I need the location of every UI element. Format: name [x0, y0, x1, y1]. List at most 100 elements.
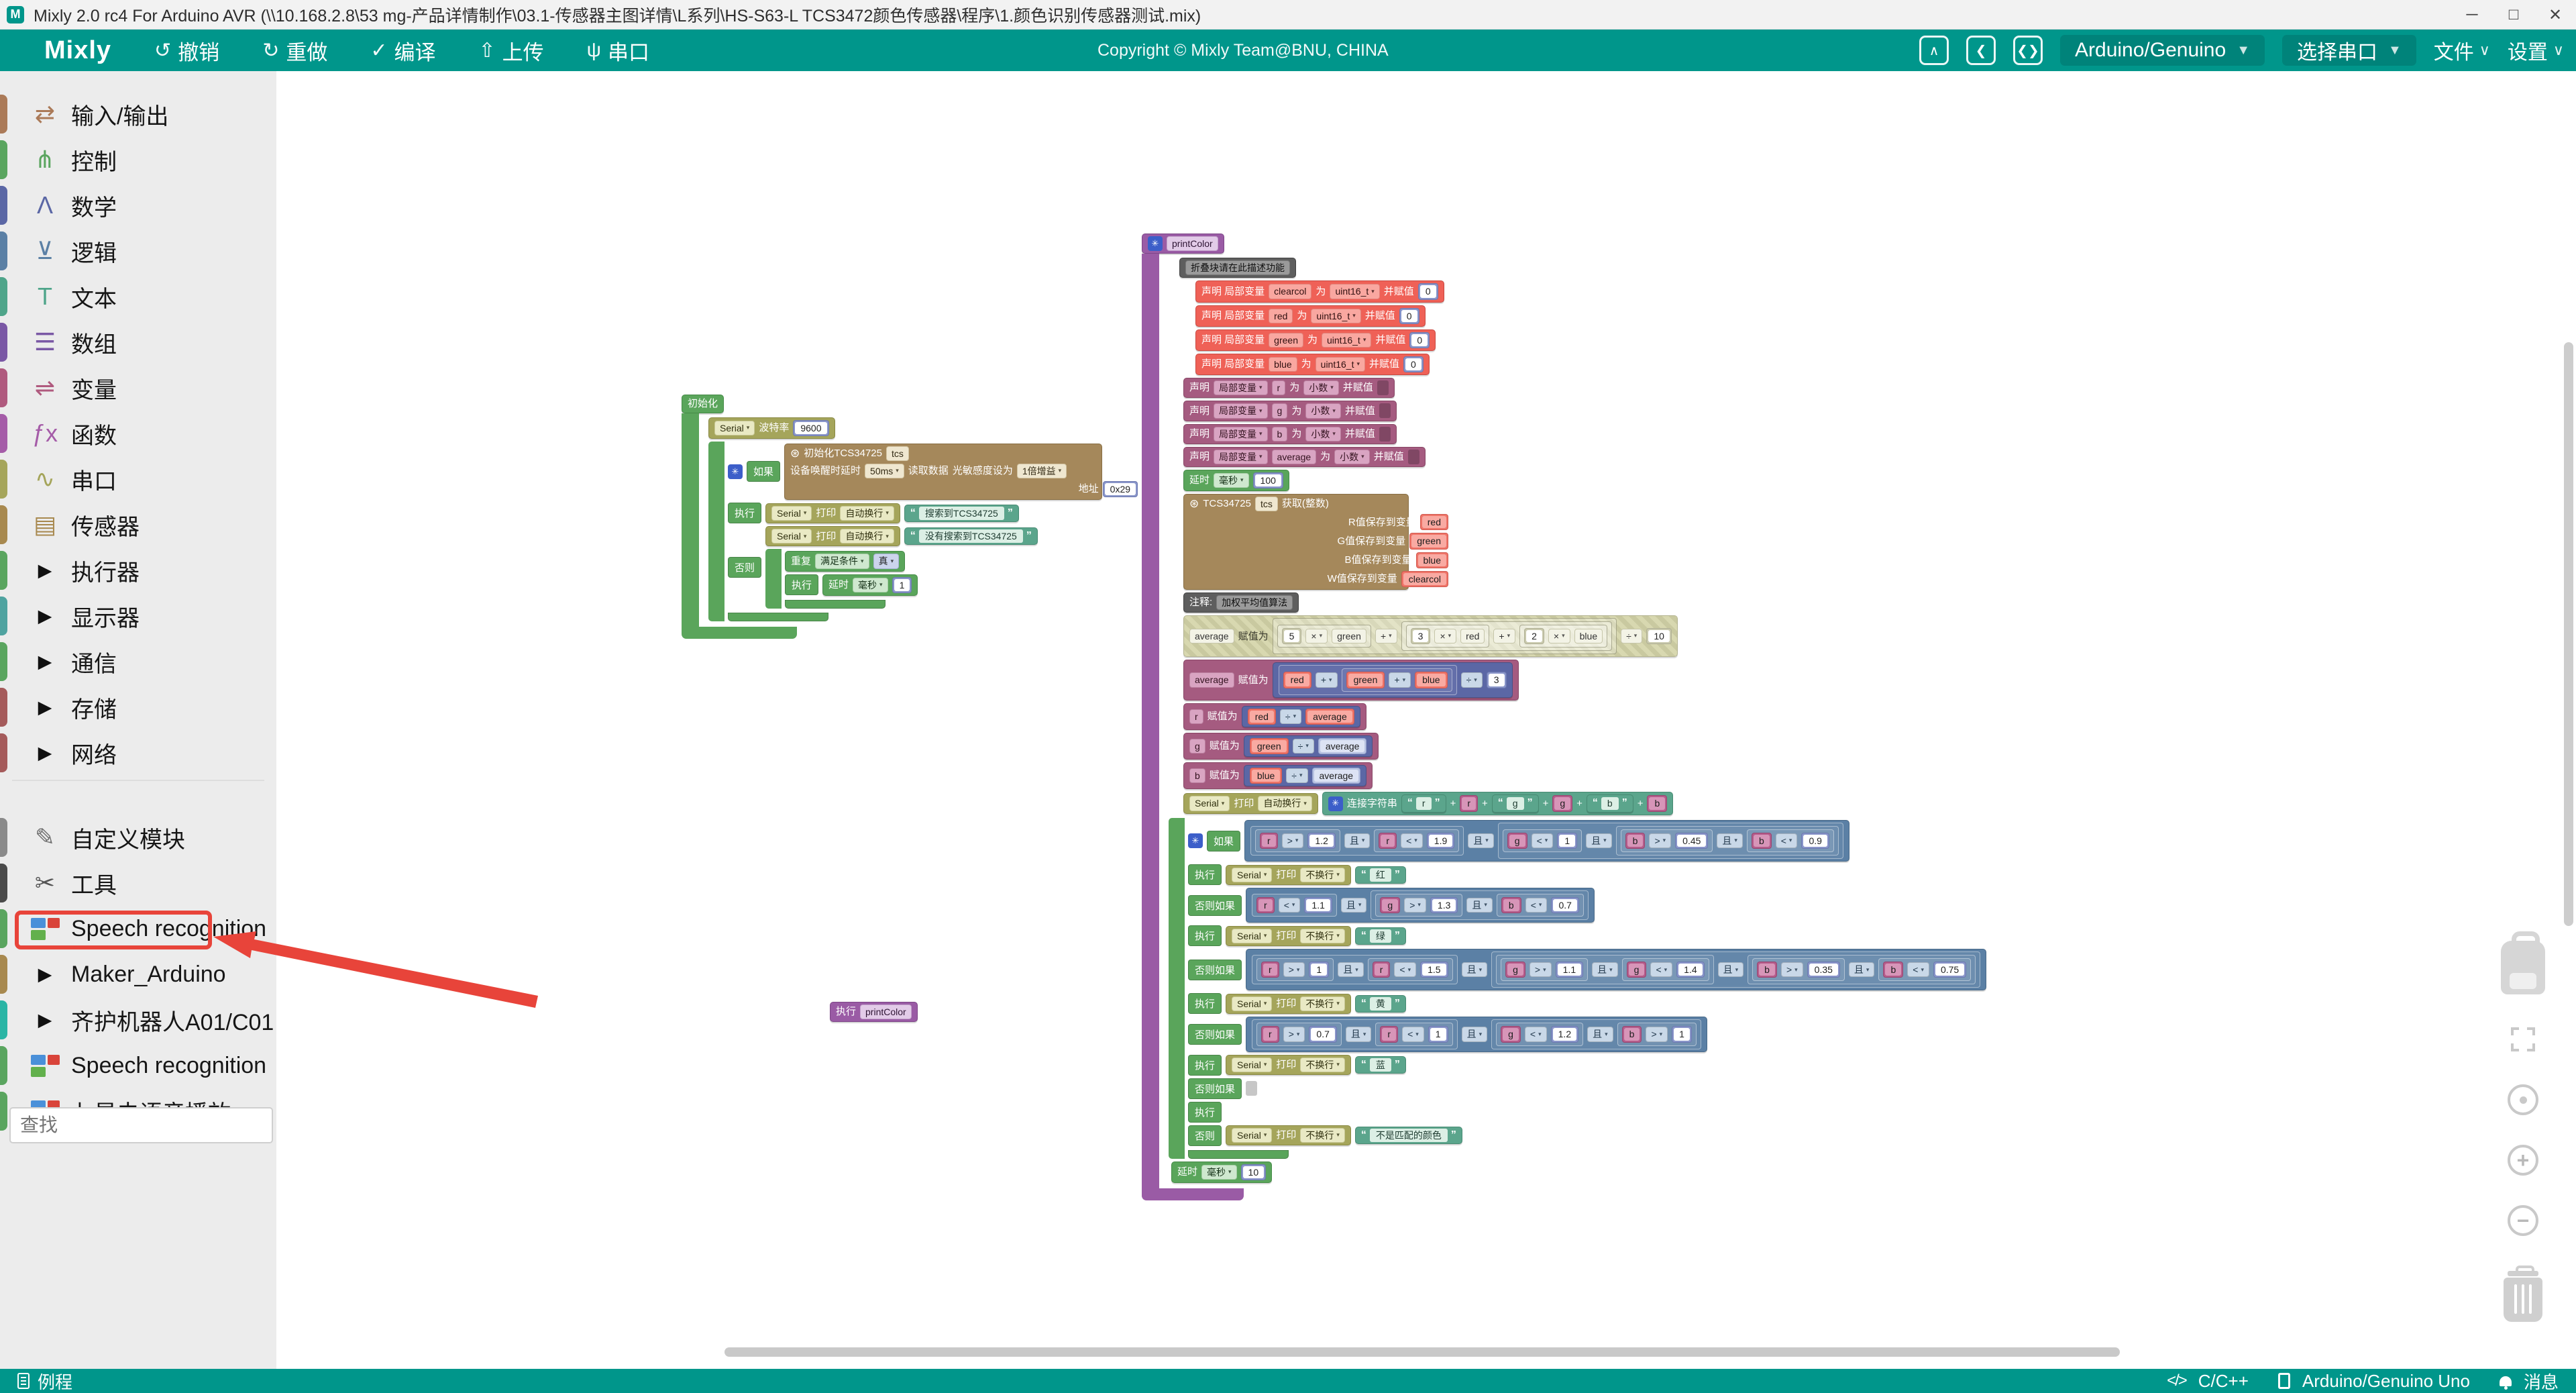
dropdown-field[interactable]: uint16_t▾ — [1316, 357, 1365, 372]
setup-block-cluster[interactable]: 初始化Serial▾波特率9600✳如果⊛初始化TCS34725tcs设备唤醒时… — [682, 395, 1102, 639]
compile-button[interactable]: ✓编译 — [370, 36, 435, 66]
number-field[interactable]: 1 — [1309, 962, 1329, 978]
examples-button[interactable]: 例程 — [17, 1369, 72, 1393]
dropdown-field[interactable]: >▾ — [1646, 1027, 1668, 1041]
string-block[interactable]: “没有搜索到TCS34725” — [904, 527, 1038, 545]
and-operator[interactable]: 且▾ — [1462, 1027, 1488, 1041]
dropdown-field[interactable]: <▾ — [1650, 962, 1672, 977]
zoom-fit-icon[interactable] — [2508, 1024, 2538, 1055]
code-panel-icon[interactable]: ❮❯ — [2013, 36, 2043, 65]
sidebar-item-speech-recognition-1[interactable]: Speech recognition — [0, 906, 276, 951]
number-field[interactable]: 1 — [1428, 1026, 1448, 1042]
block[interactable]: red÷▾average — [1242, 706, 1360, 727]
block[interactable]: 重复满足条件▾真▾ — [785, 551, 905, 571]
variable-chip[interactable]: red — [1248, 709, 1276, 725]
variable-chip[interactable]: g — [1505, 962, 1525, 978]
field[interactable]: average — [1272, 450, 1317, 464]
block[interactable]: 声明 局部变量blue为uint16_t▾并赋值0 — [1195, 354, 1430, 375]
dropdown-field[interactable]: <▾ — [1401, 833, 1423, 848]
variable-chip[interactable]: green — [1346, 672, 1385, 688]
block[interactable]: r>▾0.7且▾r<▾1且▾g<▾1.2且▾b>▾1 — [1246, 1017, 1707, 1051]
comparison-block[interactable]: r<▾1.1 — [1252, 894, 1337, 917]
dropdown-field[interactable]: 50ms▾ — [865, 464, 904, 478]
field[interactable]: green — [1332, 629, 1366, 643]
string-block[interactable]: “b” — [1587, 794, 1633, 813]
dropdown-field[interactable]: uint16_t▾ — [1311, 309, 1360, 323]
number-field[interactable]: 1.9 — [1427, 833, 1454, 849]
dropdown-field[interactable]: <▾ — [1525, 898, 1548, 913]
number-field[interactable]: 0x29 — [1103, 481, 1138, 497]
comparison-block[interactable]: b<▾0.75 — [1878, 958, 1971, 981]
block-workspace-canvas[interactable]: + − 初始化Serial▾波特率9600✳如果⊛初始化TCS34725tcs设… — [276, 71, 2576, 1369]
sidebar-item-math[interactable]: Λ数学 — [0, 183, 276, 228]
field[interactable]: g — [1272, 403, 1288, 418]
number-field[interactable]: 1 — [1557, 833, 1577, 849]
number-field[interactable]: 1.3 — [1430, 897, 1458, 913]
dropdown-field[interactable]: 局部变量▾ — [1214, 380, 1268, 395]
block[interactable]: 声明 局部变量clearcol为uint16_t▾并赋值0 — [1195, 280, 1444, 302]
sidebar-item-logic[interactable]: ⊻逻辑 — [0, 228, 276, 274]
dropdown-field[interactable]: >▾ — [1781, 962, 1803, 977]
dropdown-field[interactable]: <▾ — [1776, 833, 1798, 848]
sidebar-item-sensor[interactable]: ▤传感器 — [0, 502, 276, 548]
variable-chip[interactable]: clearcol — [1401, 571, 1448, 587]
variable-chip[interactable]: red — [1283, 672, 1311, 688]
block[interactable]: g赋值为green÷▾average — [1183, 733, 1379, 760]
empty-socket[interactable] — [1246, 1081, 1257, 1096]
mixly-brand[interactable]: Mixly — [44, 36, 111, 65]
expression-group[interactable]: g<▾1且▾b>▾0.45且▾b<▾0.9 — [1498, 823, 1843, 859]
dropdown-field[interactable]: ÷▾ — [1293, 739, 1314, 754]
block[interactable]: red+▾green+▾blue÷▾3 — [1273, 662, 1513, 697]
zoom-out-icon[interactable]: − — [2508, 1205, 2538, 1236]
empty-socket[interactable] — [1379, 427, 1391, 442]
number-field[interactable]: 1.2 — [1307, 833, 1335, 849]
variable-chip[interactable]: r — [1261, 962, 1279, 978]
control-block[interactable]: 重复满足条件▾真▾执行延时毫秒▾1 — [765, 549, 918, 608]
dropdown-field[interactable]: 小数▾ — [1305, 403, 1341, 418]
number-field[interactable]: 10 — [1241, 1164, 1267, 1180]
dropdown-field[interactable]: 毫秒▾ — [853, 578, 888, 592]
expression-group[interactable]: 3×▾red — [1406, 625, 1490, 648]
field[interactable]: g — [1189, 739, 1205, 754]
dropdown-field[interactable]: 不换行▾ — [1300, 1128, 1345, 1143]
dropdown-field[interactable]: 真▾ — [873, 554, 900, 568]
and-operator[interactable]: 且▾ — [1466, 898, 1493, 913]
block[interactable]: 声明 局部变量green为uint16_t▾并赋值0 — [1195, 329, 1436, 351]
and-operator[interactable]: 且▾ — [1462, 962, 1488, 977]
dropdown-field[interactable]: +▾ — [1375, 629, 1397, 643]
block[interactable]: 声明局部变量▾b为小数▾并赋值 — [1183, 424, 1397, 444]
comparison-block[interactable]: r <▾ 1 — [1375, 1023, 1452, 1045]
expression-group[interactable]: r>▾1且▾r<▾1.5 — [1252, 955, 1458, 984]
number-field[interactable]: 1.4 — [1676, 962, 1704, 978]
close-button[interactable]: ✕ — [2534, 5, 2576, 25]
upload-button[interactable]: ⇧上传 — [478, 36, 543, 66]
vertical-scrollbar[interactable] — [2564, 342, 2573, 926]
comparison-block[interactable]: g<▾1 — [1503, 829, 1582, 852]
keyword-label[interactable]: 执行 — [1188, 1055, 1222, 1076]
number-field[interactable]: 1.1 — [1556, 962, 1583, 978]
sidebar-item-network[interactable]: ▶网络 — [0, 730, 276, 776]
field[interactable]: 加权平均值算法 — [1216, 595, 1293, 610]
number-field[interactable]: 1.5 — [1420, 962, 1448, 978]
backpack-icon[interactable] — [2501, 941, 2545, 994]
keyword-label[interactable]: 否则 — [1188, 1125, 1222, 1146]
block[interactable]: average赋值为red+▾green+▾blue÷▾3 — [1183, 660, 1519, 700]
block[interactable]: 声明 局部变量red为uint16_t▾并赋值0 — [1195, 305, 1426, 327]
dropdown-field[interactable]: +▾ — [1316, 672, 1338, 687]
number-field[interactable]: 1.1 — [1304, 897, 1332, 913]
number-field[interactable]: 3 — [1411, 628, 1431, 644]
comparison-block[interactable]: g<▾1.4 — [1622, 958, 1709, 981]
empty-socket[interactable] — [1408, 450, 1419, 464]
dropdown-field[interactable]: Serial▾ — [1232, 1057, 1272, 1072]
expression-group[interactable]: 5×▾green+▾3×▾red+▾2×▾blue — [1273, 618, 1617, 654]
field[interactable]: average — [1189, 629, 1234, 643]
variable-chip[interactable]: r — [1380, 1026, 1398, 1042]
sidebar-item-serial[interactable]: ∿串口 — [0, 456, 276, 502]
sidebar-item-storage[interactable]: ▶存储 — [0, 684, 276, 730]
dropdown-field[interactable]: <▾ — [1402, 1027, 1424, 1041]
gear-icon[interactable]: ✳ — [1188, 833, 1203, 848]
sidebar-item-actuator[interactable]: ▶执行器 — [0, 548, 276, 593]
comparison-block[interactable]: g>▾1.1 — [1501, 958, 1588, 981]
number-field[interactable]: 0.9 — [1801, 833, 1829, 849]
dropdown-field[interactable]: ×▾ — [1548, 629, 1570, 643]
